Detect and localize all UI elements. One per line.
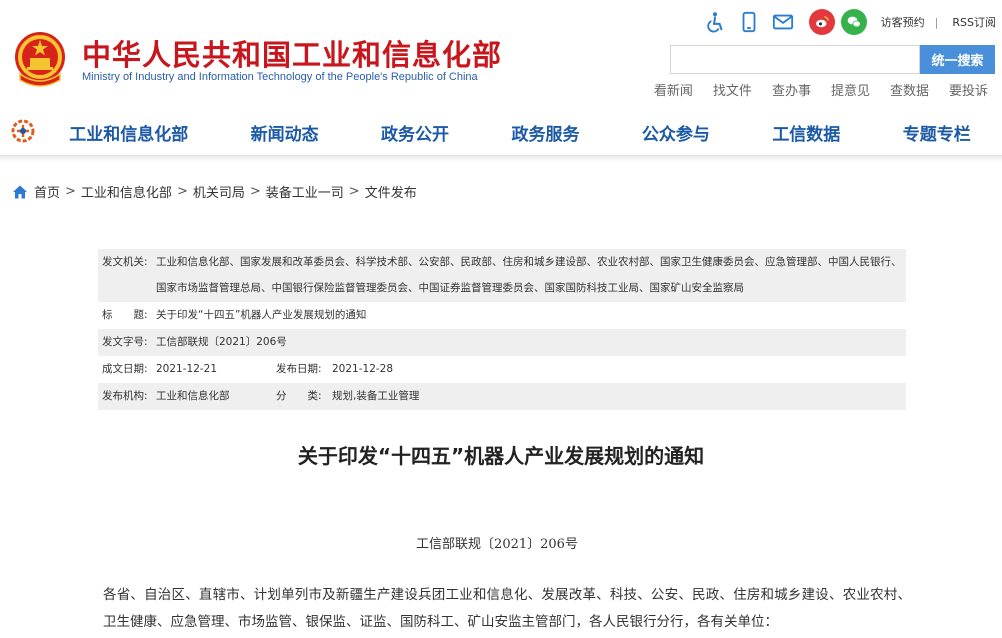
accessibility-icon[interactable] xyxy=(703,10,727,34)
mail-icon[interactable] xyxy=(771,10,795,34)
issuer-value: 工业和信息化部、国家发展和改革委员会、科学技术部、公安部、民政部、住房和城乡建设… xyxy=(156,256,902,294)
quick-link-data[interactable]: 查数据 xyxy=(890,80,929,99)
quick-link-services[interactable]: 查办事 xyxy=(772,80,811,99)
issuer-label: 发文机关: xyxy=(102,256,148,268)
mobile-icon[interactable] xyxy=(737,10,761,34)
nav-item-topics[interactable]: 专题专栏 xyxy=(903,120,971,145)
info-row-dates: 成文日期: 2021-12-21 发布日期: 2021-12-28 xyxy=(98,356,906,383)
breadcrumb-sep: > xyxy=(65,184,76,199)
docno-value: 工信部联规〔2021〕206号 xyxy=(156,336,287,348)
agency-value: 工业和信息化部 xyxy=(156,390,230,402)
created-date-label: 成文日期: xyxy=(102,363,148,375)
main-nav: 工业和信息化部 新闻动态 政务公开 政务服务 公众参与 工信数据 专题专栏 xyxy=(0,108,1002,156)
breadcrumb-sep: > xyxy=(249,184,261,199)
search-input[interactable] xyxy=(670,45,920,74)
breadcrumb-sep: > xyxy=(348,184,360,199)
national-emblem-icon[interactable] xyxy=(12,30,68,88)
breadcrumb-home[interactable]: 首页 xyxy=(34,182,60,201)
quick-links: 看新闻 找文件 查办事 提意见 查数据 要投诉 xyxy=(634,80,988,99)
rss-subscribe-link[interactable]: RSS订阅 xyxy=(952,14,996,30)
docno-label: 发文字号: xyxy=(102,336,148,348)
utility-bar: 访客预约 | RSS订阅 xyxy=(703,8,996,36)
quick-link-feedback[interactable]: 提意见 xyxy=(831,80,870,99)
created-date-value: 2021-12-21 xyxy=(156,363,218,375)
nav-item-services[interactable]: 政务服务 xyxy=(511,120,579,145)
category-value: 规划,装备工业管理 xyxy=(332,390,420,402)
nav-divider xyxy=(0,156,1002,162)
quick-link-files[interactable]: 找文件 xyxy=(713,80,752,99)
site-subtitle-en: Ministry of Industry and Information Tec… xyxy=(82,71,478,83)
site-title[interactable]: 中华人民共和国工业和信息化部 xyxy=(82,32,502,74)
visitor-appointment-link[interactable]: 访客预约 xyxy=(881,14,925,30)
article-title: 关于印发“十四五”机器人产业发展规划的通知 xyxy=(297,444,705,468)
quick-link-news[interactable]: 看新闻 xyxy=(654,80,693,99)
published-date-label: 发布日期: xyxy=(276,363,322,375)
article-body: 各省、自治区、直辖市、计划单列市及新疆生产建设兵团工业和信息化、发展改革、科技、… xyxy=(103,587,911,630)
nav-item-miit[interactable]: 工业和信息化部 xyxy=(69,120,188,145)
nav-item-news[interactable]: 新闻动态 xyxy=(251,120,319,145)
info-row-docno: 发文字号: 工信部联规〔2021〕206号 xyxy=(98,329,906,356)
published-date-value: 2021-12-28 xyxy=(332,363,394,375)
info-row-issuer: 发文机关: 工业和信息化部、国家发展和改革委员会、科学技术部、公安部、民政部、住… xyxy=(98,249,906,302)
category-label: 分 类: xyxy=(276,390,322,402)
breadcrumb-sep: > xyxy=(176,184,188,199)
breadcrumb: 首页 > 工业和信息化部 > 机关司局 > 装备工业一司 > 文件发布 xyxy=(12,182,417,201)
nav-item-participation[interactable]: 公众参与 xyxy=(642,120,710,145)
article-doc-number: 工信部联规〔2021〕206号 xyxy=(416,537,578,552)
utility-separator: | xyxy=(934,15,939,29)
breadcrumb-equipment-dept[interactable]: 装备工业一司 xyxy=(266,182,344,201)
agency-label: 发布机构: xyxy=(102,390,148,402)
weibo-icon[interactable] xyxy=(808,9,835,35)
home-icon[interactable] xyxy=(12,184,28,200)
title-label: 标 题: xyxy=(102,309,148,321)
quick-link-complaint[interactable]: 要投诉 xyxy=(949,80,988,99)
site-header: 中华人民共和国工业和信息化部 Ministry of Industry and … xyxy=(0,0,1002,108)
info-row-agency: 发布机构: 工业和信息化部 分 类: 规划,装备工业管理 xyxy=(98,383,906,410)
breadcrumb-miit[interactable]: 工业和信息化部 xyxy=(81,182,172,201)
nav-item-affairs-open[interactable]: 政务公开 xyxy=(381,120,449,145)
breadcrumb-departments[interactable]: 机关司局 xyxy=(193,182,245,201)
document-info-table: 发文机关: 工业和信息化部、国家发展和改革委员会、科学技术部、公安部、民政部、住… xyxy=(98,249,906,410)
breadcrumb-file-release[interactable]: 文件发布 xyxy=(365,182,417,201)
unified-search-button[interactable]: 统一搜索 xyxy=(920,45,995,74)
wechat-icon[interactable] xyxy=(840,9,867,35)
info-row-title: 标 题: 关于印发“十四五”机器人产业发展规划的通知 xyxy=(98,302,906,329)
ministry-logo-icon[interactable] xyxy=(10,118,36,144)
title-value: 关于印发“十四五”机器人产业发展规划的通知 xyxy=(156,309,367,321)
nav-item-data[interactable]: 工信数据 xyxy=(772,120,840,145)
